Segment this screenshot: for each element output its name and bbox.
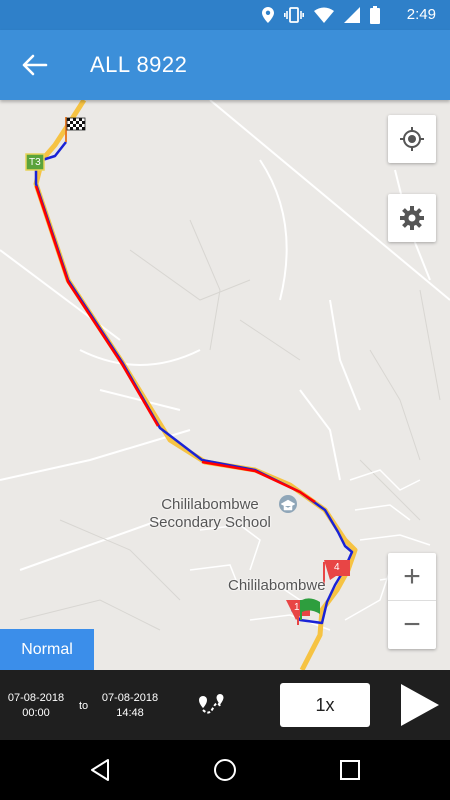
zoom-out-button[interactable]: − <box>388 601 436 648</box>
status-icons <box>262 6 380 24</box>
map-type-button[interactable]: Normal <box>0 629 94 670</box>
road-marker-label: T3 <box>29 157 41 168</box>
green-flag[interactable] <box>300 598 320 620</box>
to-date-value: 07-08-2018 <box>101 692 159 704</box>
wifi-icon <box>314 7 334 23</box>
to-time-value: 14:48 <box>116 707 144 719</box>
status-bar: 2:49 <box>0 0 450 30</box>
play-button[interactable] <box>395 680 445 730</box>
gear-icon <box>400 206 424 230</box>
zoom-in-button[interactable]: + <box>388 553 436 600</box>
route-button[interactable] <box>197 692 227 718</box>
app-bar: ALL 8922 <box>0 30 450 100</box>
system-nav-bar <box>0 740 450 800</box>
zoom-controls: + − <box>388 553 436 649</box>
to-label: to <box>79 700 89 712</box>
home-circle-icon[interactable] <box>213 758 237 782</box>
from-date-value: 07-08-2018 <box>7 692 65 704</box>
signal-icon <box>344 7 360 23</box>
route-icon <box>199 694 224 714</box>
town-label: Chililabombwe <box>228 577 326 594</box>
page-title: ALL 8922 <box>90 52 188 77</box>
recents-square-icon[interactable] <box>339 759 361 781</box>
from-time-value: 00:00 <box>22 707 50 719</box>
battery-icon <box>370 6 380 24</box>
from-date[interactable]: 07-08-2018 00:00 <box>4 691 68 721</box>
back-button[interactable] <box>18 50 52 80</box>
map-canvas[interactable] <box>0 100 450 670</box>
back-triangle-icon[interactable] <box>88 758 112 782</box>
my-location-icon <box>400 127 424 151</box>
speed-button[interactable]: 1x <box>280 683 370 727</box>
location-icon <box>262 7 274 23</box>
route-normal <box>34 141 354 625</box>
play-icon <box>401 684 439 726</box>
school-label: Chililabombwe Secondary School <box>149 496 271 531</box>
faint-tracks <box>19 219 441 631</box>
start-marker-label: 1 <box>294 602 300 613</box>
stop-marker-label: 4 <box>334 562 340 573</box>
map-view[interactable]: T3 4 1 Chililabombwe Secondary School Ch… <box>0 100 450 670</box>
vibrate-icon <box>284 7 304 23</box>
to-date[interactable]: 07-08-2018 14:48 <box>98 691 162 721</box>
settings-button[interactable] <box>388 194 436 242</box>
finish-flag[interactable] <box>65 117 86 142</box>
clock: 2:49 <box>406 6 436 23</box>
my-location-button[interactable] <box>388 115 436 163</box>
arrow-back-icon <box>22 54 48 76</box>
